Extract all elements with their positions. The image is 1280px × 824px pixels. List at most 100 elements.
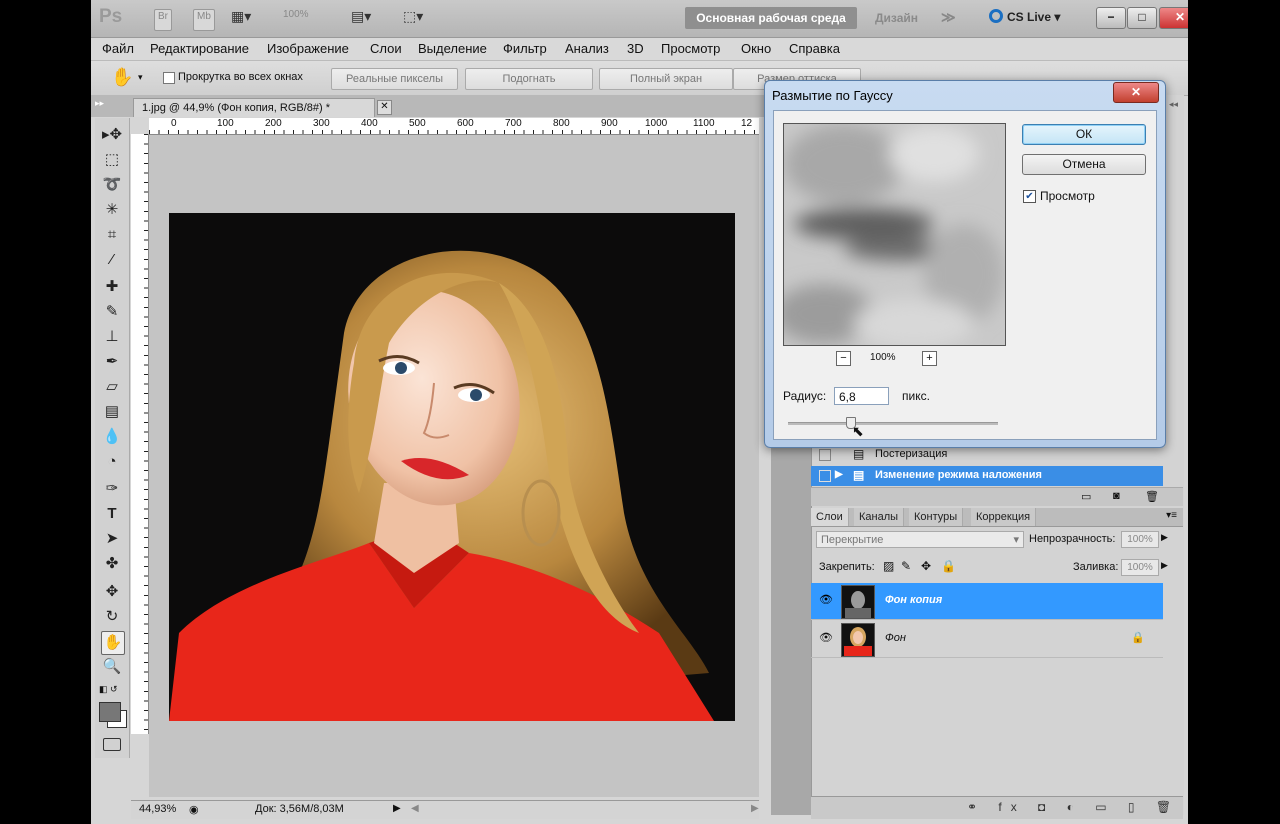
new-action-icon[interactable]: ◙ <box>1113 490 1120 502</box>
3d-orbit-tool-icon[interactable]: ↻ <box>101 606 123 628</box>
workspace-essentials-button[interactable]: Основная рабочая среда <box>685 7 857 29</box>
radius-slider-track[interactable] <box>788 422 998 425</box>
lock-position-icon[interactable]: ✥ <box>921 559 931 573</box>
opacity-slider-arrow-icon[interactable]: ▶ <box>1161 532 1168 543</box>
lasso-tool-icon[interactable]: ➰ <box>101 174 123 196</box>
action-toggle-checkbox[interactable] <box>819 449 831 461</box>
history-brush-tool-icon[interactable]: ✒ <box>101 351 123 373</box>
layer-row-background-copy[interactable]: 👁 Фон копия <box>811 583 1163 620</box>
menu-window[interactable]: Окно <box>741 41 771 56</box>
minimize-button[interactable]: − <box>1096 7 1126 29</box>
hand-tool-icon[interactable]: ✋ <box>101 631 125 655</box>
pen-tool-icon[interactable]: ✑ <box>101 478 123 500</box>
path-selection-tool-icon[interactable]: ➤ <box>101 528 123 550</box>
menu-3d[interactable]: 3D <box>627 41 644 56</box>
tool-preset-dropdown-icon[interactable]: ▾ <box>138 72 143 83</box>
view-extras-icon[interactable]: ▦▾ <box>231 8 251 26</box>
close-app-button[interactable]: ✕ <box>1159 7 1188 29</box>
eraser-tool-icon[interactable]: ▱ <box>101 376 123 398</box>
lock-pixels-icon[interactable]: ✎ <box>901 559 911 573</box>
menu-filter[interactable]: Фильтр <box>503 41 547 56</box>
menu-file[interactable]: Файл <box>102 41 134 56</box>
preview-checkbox[interactable]: ✔ <box>1023 190 1036 203</box>
zoom-out-button[interactable]: − <box>836 351 851 366</box>
blend-mode-select[interactable]: Перекрытие ▾ <box>816 531 1024 548</box>
fill-slider-arrow-icon[interactable]: ▶ <box>1161 560 1168 571</box>
tab-channels[interactable]: Каналы <box>854 508 905 526</box>
opacity-input[interactable]: 100% <box>1121 531 1159 548</box>
action-item[interactable]: ▤ Постеризация <box>811 445 1163 465</box>
new-set-icon[interactable]: ▭ <box>1081 490 1091 503</box>
tab-paths[interactable]: Контуры <box>909 508 964 526</box>
clone-stamp-tool-icon[interactable]: ⊥ <box>101 326 123 348</box>
action-item-selected[interactable]: ▶ ▤ Изменение режима наложения <box>811 466 1163 486</box>
menu-image[interactable]: Изображение <box>267 41 349 56</box>
screen-mode-icon[interactable]: ⬚▾ <box>403 8 423 26</box>
gradient-tool-icon[interactable]: ▤ <box>101 401 123 423</box>
fill-screen-button[interactable]: Полный экран <box>599 68 733 90</box>
visibility-eye-icon[interactable]: 👁 <box>818 593 834 607</box>
mini-bridge-button[interactable]: Mb <box>193 9 215 31</box>
type-tool-icon[interactable]: T <box>101 503 123 525</box>
menu-layers[interactable]: Слои <box>370 41 402 56</box>
document-tab[interactable]: 1.jpg @ 44,9% (Фон копия, RGB/8#) * ✕ <box>133 98 392 117</box>
actual-pixels-button[interactable]: Реальные пикселы <box>331 68 458 90</box>
blur-preview[interactable] <box>783 123 1006 346</box>
zoom-percentage[interactable]: 44,93% <box>139 803 176 815</box>
tab-adjustments[interactable]: Коррекция <box>971 508 1037 526</box>
quick-mask-icon[interactable] <box>103 738 121 751</box>
ok-button[interactable]: ОК <box>1022 124 1146 145</box>
menu-help[interactable]: Справка <box>789 41 840 56</box>
healing-brush-tool-icon[interactable]: ✚ <box>101 276 123 298</box>
menu-edit[interactable]: Редактирование <box>150 41 249 56</box>
hand-tool-icon[interactable]: ✋ <box>111 67 133 88</box>
bridge-button[interactable]: Br <box>154 9 172 31</box>
document-canvas[interactable] <box>149 135 759 797</box>
layer-footer-icons[interactable]: ⚭ fx ◘ ◐ ▭ ▯ 🗑 <box>967 800 1180 814</box>
layer-row-background[interactable]: 👁 Фон 🔒 <box>811 621 1163 658</box>
blur-tool-icon[interactable]: 💧 <box>101 426 123 448</box>
lock-all-icon[interactable]: 🔒 <box>941 559 956 573</box>
swap-colors-icon[interactable]: ◧ ↺ <box>99 684 118 695</box>
visibility-eye-icon[interactable]: 👁 <box>818 631 834 645</box>
arrange-documents-icon[interactable]: ▤▾ <box>351 8 371 26</box>
menu-select[interactable]: Выделение <box>418 41 487 56</box>
panel-menu-icon[interactable]: ▾≡ <box>1166 510 1177 521</box>
shape-tool-icon[interactable]: ✤ <box>101 553 123 575</box>
close-document-icon[interactable]: ✕ <box>377 100 392 115</box>
cancel-button[interactable]: Отмена <box>1022 154 1146 175</box>
dialog-close-button[interactable]: ✕ <box>1113 82 1159 103</box>
3d-rotate-tool-icon[interactable]: ✥ <box>101 581 123 603</box>
tab-layers[interactable]: Слои <box>811 508 849 526</box>
scroll-left-icon[interactable]: ◀ <box>411 803 419 814</box>
zoom-tool-icon[interactable]: 🔍 <box>101 656 123 678</box>
menu-analysis[interactable]: Анализ <box>565 41 609 56</box>
scroll-all-windows-checkbox[interactable] <box>163 72 175 84</box>
scroll-right-icon[interactable]: ▶ <box>751 803 759 814</box>
expand-arrow-icon[interactable]: ▶ <box>835 469 843 480</box>
panel-collapse-icon[interactable]: ◂◂ <box>1169 99 1178 110</box>
fill-input[interactable]: 100% <box>1121 559 1159 576</box>
lock-transparency-icon[interactable]: ▨ <box>883 559 894 573</box>
workspace-design-button[interactable]: Дизайн <box>875 11 918 25</box>
more-workspaces-icon[interactable]: ≫ <box>941 9 956 26</box>
radius-input[interactable]: 6,8 <box>834 387 889 405</box>
crop-tool-icon[interactable]: ⌗ <box>101 224 123 246</box>
cslive-menu[interactable]: CS Live ▾ <box>1007 10 1060 24</box>
brush-tool-icon[interactable]: ✎ <box>101 301 123 323</box>
status-menu-arrow-icon[interactable]: ▶ <box>393 803 401 814</box>
collapse-icon[interactable]: ▸▸ <box>95 98 104 109</box>
maximize-button[interactable]: □ <box>1127 7 1157 29</box>
foreground-color-swatch[interactable] <box>99 702 121 722</box>
eyedropper-tool-icon[interactable]: ⁄ <box>101 249 123 271</box>
zoom-level-select[interactable]: 100% <box>283 9 309 27</box>
status-info-icon[interactable]: ◉ <box>189 803 199 816</box>
marquee-tool-icon[interactable]: ⬚ <box>101 149 123 171</box>
delete-action-icon[interactable]: 🗑 <box>1145 490 1159 503</box>
magic-wand-tool-icon[interactable]: ✳ <box>101 199 123 221</box>
menu-view[interactable]: Просмотр <box>661 41 720 56</box>
move-tool-icon[interactable]: ▸✥ <box>101 124 123 146</box>
zoom-in-button[interactable]: + <box>922 351 937 366</box>
action-toggle-checkbox[interactable] <box>819 470 831 482</box>
dodge-tool-icon[interactable]: ◔ <box>101 451 123 473</box>
